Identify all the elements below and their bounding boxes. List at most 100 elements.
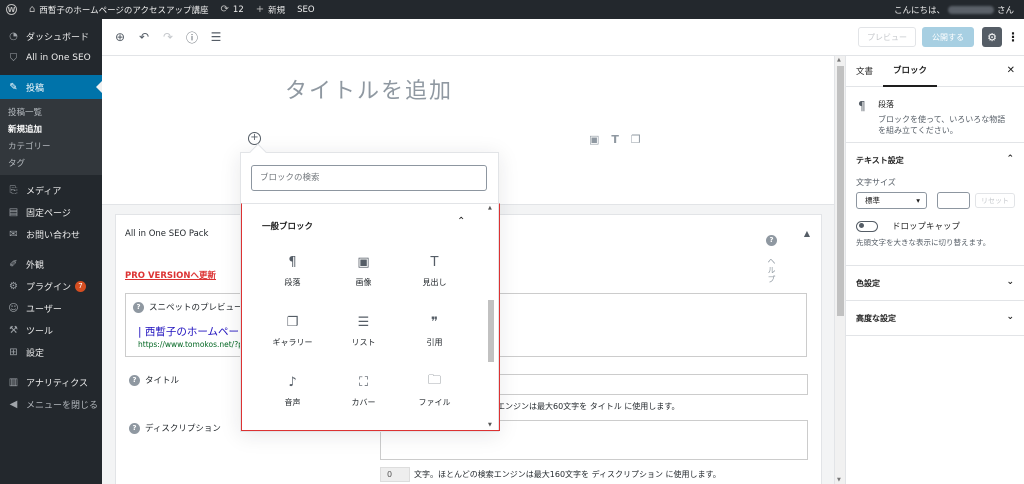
- cover-icon: ⛶: [358, 374, 369, 390]
- menu-dashboard[interactable]: ◔ ダッシュボード: [0, 25, 102, 47]
- user-icon: ☺: [8, 302, 19, 314]
- chevron-up-icon[interactable]: ⌃: [457, 216, 465, 227]
- block-item-label: 画像: [355, 278, 372, 287]
- field-label-text: ディスクリプション: [145, 424, 221, 434]
- block-item-heading[interactable]: T 見出し: [399, 248, 470, 308]
- advanced-toggle[interactable]: 高度な設定: [846, 301, 1024, 335]
- block-item-paragraph[interactable]: ¶ 段落: [257, 248, 328, 308]
- scroll-down-icon[interactable]: ▼: [837, 477, 841, 483]
- preview-button[interactable]: プレビュー: [858, 27, 916, 47]
- submenu-categories[interactable]: カテゴリー: [0, 137, 102, 154]
- block-search-input[interactable]: [252, 166, 486, 190]
- block-navigation-button[interactable]: ☰: [205, 26, 227, 48]
- add-block-button[interactable]: ⊕: [109, 26, 131, 48]
- menu-pages[interactable]: ▤ 固定ページ: [0, 201, 102, 223]
- menu-settings[interactable]: ⊞ 設定: [0, 341, 102, 363]
- settings-toggle-button[interactable]: ⚙: [982, 27, 1002, 47]
- more-menu-button[interactable]: ⋮: [1007, 27, 1019, 47]
- greeting-prefix: こんにちは、: [893, 5, 945, 16]
- menu-plugins[interactable]: ⚙ プラグイン 7: [0, 275, 102, 297]
- block-list-scrollbar[interactable]: ▲ ▼: [486, 204, 497, 428]
- editor-scrollbar[interactable]: ▲ ▼: [834, 56, 845, 484]
- menu-label: アナリティクス: [26, 378, 89, 389]
- post-title-input[interactable]: タイトルを追加: [285, 73, 453, 105]
- drop-cap-toggle[interactable]: [856, 220, 878, 232]
- menu-label: 設定: [26, 348, 45, 359]
- undo-button[interactable]: ↶: [133, 26, 155, 48]
- wp-logo-menu[interactable]: W: [0, 0, 23, 19]
- block-item-gallery[interactable]: ❐ ギャラリー: [257, 308, 328, 368]
- menu-analytics[interactable]: ▥ アナリティクス: [0, 371, 102, 393]
- close-icon[interactable]: ✕: [1007, 65, 1015, 76]
- home-icon: ⌂: [29, 4, 36, 15]
- gallery-icon[interactable]: ❐: [631, 133, 641, 146]
- block-card: ¶ 段落 ブロックを使って、いろいろな物語を組み立てください。: [846, 87, 1024, 143]
- help-icon[interactable]: ?: [766, 235, 777, 246]
- menu-posts[interactable]: ✎ 投稿: [0, 75, 102, 99]
- font-size-select[interactable]: 標準 ▾: [856, 192, 927, 209]
- settings-icon: ⊞: [9, 346, 18, 358]
- updates-link[interactable]: ⟳ 12: [215, 0, 250, 19]
- scroll-down-icon[interactable]: ▼: [488, 422, 492, 428]
- menu-label: All in One SEO: [26, 53, 91, 63]
- redo-button[interactable]: ↷: [157, 26, 179, 48]
- new-content-link[interactable]: + 新規: [250, 0, 291, 19]
- image-icon: ▣: [357, 254, 370, 270]
- seo-menu[interactable]: SEO: [291, 0, 320, 19]
- submenu-all-posts[interactable]: 投稿一覧: [0, 103, 102, 120]
- menu-label: 投稿: [26, 83, 45, 94]
- inline-inserter-button[interactable]: +: [248, 132, 261, 145]
- heading-icon[interactable]: T: [611, 133, 619, 146]
- site-name-link[interactable]: ⌂ 西暫子のホームページのアクセスアップ講座: [23, 0, 215, 19]
- dashboard-icon: ◔: [9, 30, 18, 42]
- scroll-thumb[interactable]: [837, 66, 844, 316]
- menu-appearance[interactable]: ✐ 外観: [0, 253, 102, 275]
- my-account[interactable]: こんにちは、 さん: [894, 4, 1024, 16]
- menu-media[interactable]: ⎘ メディア: [0, 179, 102, 201]
- chevron-down-icon[interactable]: ⌄: [1006, 277, 1014, 287]
- help-icon[interactable]: ?: [129, 374, 140, 386]
- block-item-label: ファイル: [418, 398, 451, 407]
- menu-users[interactable]: ☺ ユーザー: [0, 297, 102, 319]
- pro-upgrade-link[interactable]: PRO VERSIONへ更新: [125, 269, 216, 281]
- updates-count: 12: [232, 4, 244, 15]
- block-item-quote[interactable]: ❞ 引用: [399, 308, 470, 368]
- help-icon[interactable]: ?: [133, 301, 144, 313]
- description-char-counter: 0: [380, 467, 410, 482]
- chevron-down-icon[interactable]: ⌄: [1006, 312, 1014, 322]
- publish-button[interactable]: 公開する: [922, 27, 974, 47]
- block-item-cover[interactable]: ⛶ カバー: [328, 368, 399, 428]
- color-settings-toggle[interactable]: 色設定: [846, 266, 1024, 300]
- tab-block[interactable]: ブロック: [883, 56, 938, 87]
- menu-label: プラグイン: [26, 282, 72, 293]
- block-item-image[interactable]: ▣ 画像: [328, 248, 399, 308]
- font-size-row: 標準 ▾ リセット: [846, 192, 1024, 209]
- mail-icon: ✉: [9, 228, 18, 240]
- block-item-audio[interactable]: ♪ 音声: [257, 368, 328, 428]
- scroll-up-icon[interactable]: ▲: [837, 57, 841, 63]
- scroll-up-icon[interactable]: ▲: [488, 205, 492, 211]
- menu-collapse[interactable]: ◀ メニューを閉じる: [0, 393, 102, 415]
- metabox-toggle-icon[interactable]: ▲: [804, 229, 810, 238]
- tab-document[interactable]: 文書: [846, 56, 883, 87]
- submenu-add-new[interactable]: 新規追加: [0, 120, 102, 137]
- chevron-up-icon[interactable]: ⌃: [1006, 154, 1014, 164]
- submenu-tags[interactable]: タグ: [0, 154, 102, 171]
- block-item-file[interactable]: 🗀 ファイル: [399, 368, 470, 428]
- image-icon[interactable]: ▣: [589, 133, 599, 146]
- scroll-thumb[interactable]: [488, 300, 494, 362]
- redo-icon: ↷: [162, 30, 174, 44]
- content-info-button[interactable]: ⓘ: [181, 26, 203, 48]
- menu-aioseo[interactable]: ⛉ All in One SEO: [0, 47, 102, 69]
- font-size-number-input[interactable]: [937, 192, 970, 209]
- plugins-update-badge: 7: [75, 280, 87, 292]
- menu-tools[interactable]: ⚒ ツール: [0, 319, 102, 341]
- help-icon[interactable]: ?: [129, 422, 140, 434]
- menu-contact[interactable]: ✉ お問い合わせ: [0, 223, 102, 245]
- block-item-label: 見出し: [422, 278, 447, 287]
- menu-label: メニューを閉じる: [26, 400, 99, 411]
- reset-button[interactable]: リセット: [975, 193, 1015, 208]
- menu-label: 固定ページ: [26, 208, 71, 219]
- block-item-list[interactable]: ☰ リスト: [328, 308, 399, 368]
- text-settings-toggle[interactable]: テキスト設定: [846, 143, 1024, 177]
